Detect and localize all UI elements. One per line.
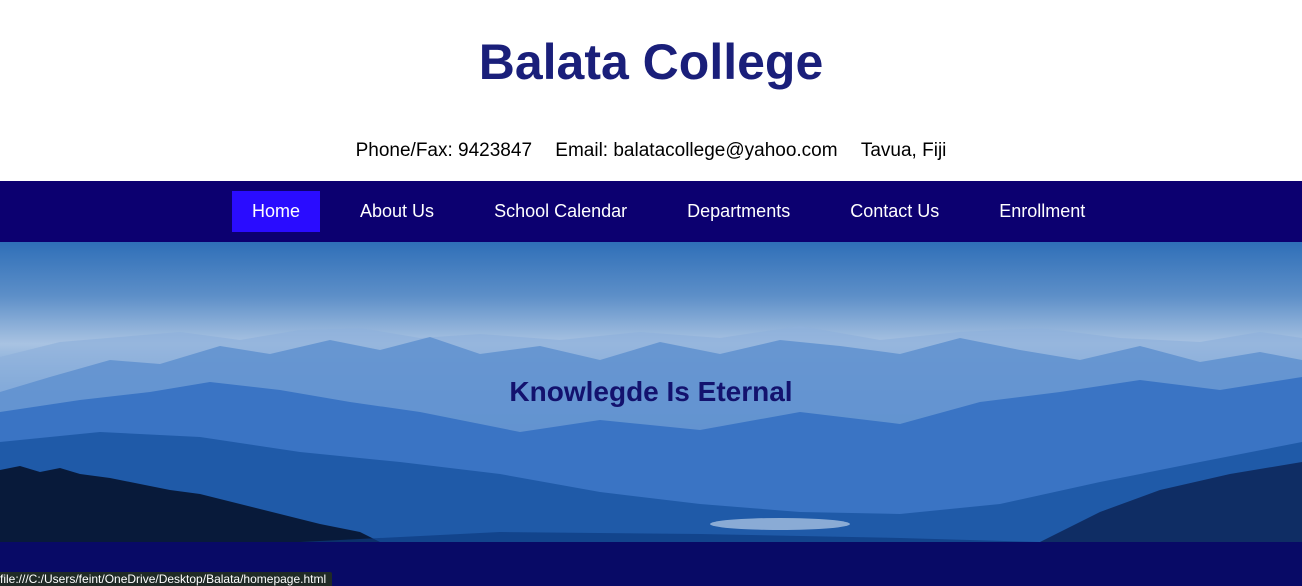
nav-item-home[interactable]: Home — [232, 191, 321, 232]
phone-fax: Phone/Fax: 9423847 — [355, 140, 533, 161]
email: Email: balatacollege@yahoo.com — [555, 140, 838, 161]
nav-item-contact-us[interactable]: Contact Us — [830, 191, 959, 232]
hero-banner: Knowlegde Is Eternal — [0, 242, 1302, 542]
browser-status-url: file:///C:/Users/feint/OneDrive/Desktop/… — [0, 572, 333, 586]
site-header: Balata College Phone/Fax: 9423847 Email:… — [0, 0, 1302, 181]
site-title: Balata College — [478, 34, 824, 90]
nav-item-enrollment[interactable]: Enrollment — [979, 191, 1105, 232]
nav-list: Home About Us School Calendar Department… — [232, 191, 1125, 232]
nav-item-school-calendar[interactable]: School Calendar — [474, 191, 647, 232]
nav-item-about-us[interactable]: About Us — [340, 191, 454, 232]
main-navbar: Home About Us School Calendar Department… — [0, 181, 1302, 242]
hero-tagline: Knowlegde Is Eternal — [509, 376, 793, 407]
contact-info: Phone/Fax: 9423847 Email: balatacollege@… — [0, 139, 1302, 163]
page: Balata College Phone/Fax: 9423847 Email:… — [0, 0, 1302, 586]
location: Tavua, Fiji — [860, 140, 947, 161]
nav-item-departments[interactable]: Departments — [667, 191, 810, 232]
